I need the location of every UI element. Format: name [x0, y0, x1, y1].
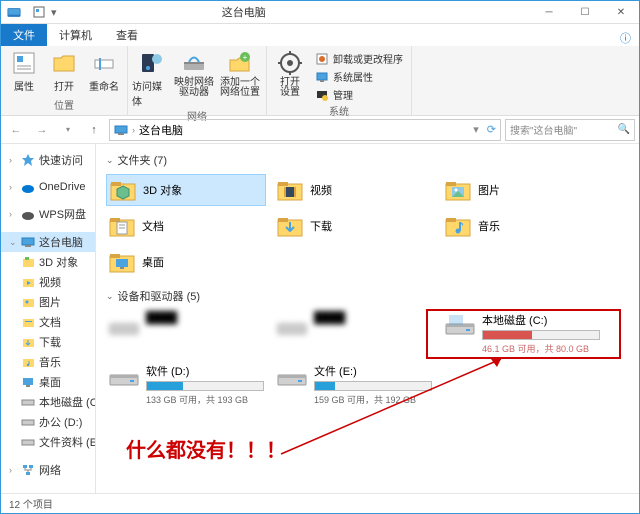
explorer-window: ▾ 这台电脑 ─ ☐ ✕ 文件 计算机 查看 ⓘ 属性 打开 — [0, 0, 640, 514]
folders-grid: 3D 对象 视频 图片 文档 下载 音乐 桌面 — [106, 174, 629, 278]
drive-software-d[interactable]: 软件 (D:) 133 GB 可用，共 193 GB — [106, 361, 266, 408]
titlebar-left: ▾ — [1, 5, 57, 19]
breadcrumb-chevron-icon[interactable]: › — [132, 125, 135, 135]
search-placeholder: 搜索"这台电脑" — [510, 122, 577, 137]
nav-pane: ›快速访问 ›OneDrive ›WPS网盘 ⌄这台电脑 3D 对象 视频 图片… — [1, 144, 96, 493]
address-dropdown-icon[interactable]: ▾ — [473, 123, 479, 136]
status-item-count: 12 个项目 — [9, 496, 53, 511]
app-icon — [7, 5, 21, 19]
nav-downloads[interactable]: 下载 — [1, 332, 95, 352]
nav-quick-access[interactable]: ›快速访问 — [1, 150, 95, 170]
folder-3d-objects[interactable]: 3D 对象 — [106, 174, 266, 206]
search-box[interactable]: 搜索"这台电脑" 🔍 — [505, 119, 635, 141]
properties-button[interactable]: 属性 — [5, 48, 43, 93]
nav-onedrive[interactable]: ›OneDrive — [1, 178, 95, 196]
nav-documents[interactable]: 文档 — [1, 312, 95, 332]
window-controls: ─ ☐ ✕ — [531, 1, 639, 23]
section-drives-header[interactable]: ⌄设备和驱动器 (5) — [106, 288, 629, 304]
drive-icon — [108, 363, 140, 391]
system-small-buttons: 卸载或更改程序 系统属性 管理 — [311, 48, 407, 103]
drive-files-e[interactable]: 文件 (E:) 159 GB 可用，共 192 GB — [274, 361, 434, 408]
ribbon-tabs: 文件 计算机 查看 ⓘ — [1, 24, 639, 46]
nav-files-e[interactable]: 文件资料 (E:) — [1, 432, 95, 452]
nav-local-disk-c[interactable]: 本地磁盘 (C:) — [1, 392, 95, 412]
folder-desktop[interactable]: 桌面 — [106, 246, 266, 278]
nav-up-button[interactable]: ↑ — [83, 119, 105, 141]
annotation-text: 什么都没有！！！ — [126, 434, 286, 463]
nav-this-pc[interactable]: ⌄这台电脑 — [1, 232, 95, 252]
address-bar: ← → ▾ ↑ › 这台电脑 ▾ ⟳ 搜索"这台电脑" 🔍 — [1, 116, 639, 144]
nav-forward-button[interactable]: → — [31, 119, 53, 141]
folder-documents[interactable]: 文档 — [106, 210, 266, 242]
drive-bar — [314, 381, 432, 391]
nav-wps[interactable]: ›WPS网盘 — [1, 204, 95, 224]
map-drive-button[interactable]: 映射网络 驱动器 — [172, 48, 216, 98]
qat-properties-icon[interactable] — [33, 6, 45, 19]
search-icon[interactable]: 🔍 — [618, 124, 630, 135]
add-network-location-button[interactable]: + 添加一个 网络位置 — [218, 48, 262, 98]
body: ›快速访问 ›OneDrive ›WPS网盘 ⌄这台电脑 3D 对象 视频 图片… — [1, 144, 639, 493]
folder-downloads[interactable]: 下载 — [274, 210, 434, 242]
svg-text:+: + — [243, 53, 248, 62]
thispc-icon — [114, 123, 128, 137]
nav-videos[interactable]: 视频 — [1, 272, 95, 292]
rename-button[interactable]: 重命名 — [85, 48, 123, 93]
folder-music[interactable]: 音乐 — [442, 210, 602, 242]
status-bar: 12 个项目 — [1, 493, 639, 513]
window-title: 这台电脑 — [57, 4, 531, 20]
content-pane: ⌄文件夹 (7) 3D 对象 视频 图片 文档 下载 音乐 桌面 ⌄设备和驱动器… — [96, 144, 639, 493]
nav-desktop[interactable]: 桌面 — [1, 372, 95, 392]
ribbon-help-icon[interactable]: ⓘ — [620, 30, 639, 46]
address-box[interactable]: › 这台电脑 ▾ ⟳ — [109, 119, 501, 141]
drive-blurred-2[interactable]: ████ — [274, 310, 434, 357]
drive-bar — [146, 381, 264, 391]
breadcrumb-item[interactable]: 这台电脑 — [139, 122, 183, 138]
nav-music[interactable]: 音乐 — [1, 352, 95, 372]
titlebar: ▾ 这台电脑 ─ ☐ ✕ — [1, 1, 639, 24]
annotation-box — [426, 309, 621, 359]
ribbon-group-network: 访问媒体 映射网络 驱动器 + 添加一个 网络位置 网络 — [128, 46, 267, 115]
folder-videos[interactable]: 视频 — [274, 174, 434, 206]
maximize-button[interactable]: ☐ — [567, 1, 603, 23]
ribbon: 属性 打开 重命名 位置 访问媒体 — [1, 46, 639, 116]
folder-pictures[interactable]: 图片 — [442, 174, 602, 206]
tab-file[interactable]: 文件 — [1, 24, 47, 46]
ribbon-group-system: 打开 设置 卸载或更改程序 系统属性 管理 系统 — [267, 46, 412, 115]
ribbon-group-location: 属性 打开 重命名 位置 — [1, 46, 128, 115]
nav-recent-dropdown[interactable]: ▾ — [57, 119, 79, 141]
nav-3d-objects[interactable]: 3D 对象 — [1, 252, 95, 272]
close-button[interactable]: ✕ — [603, 1, 639, 23]
tab-computer[interactable]: 计算机 — [47, 24, 104, 46]
system-properties-button[interactable]: 系统属性 — [311, 68, 407, 85]
minimize-button[interactable]: ─ — [531, 1, 567, 23]
drive-blurred-1[interactable]: ████ — [106, 310, 266, 357]
tab-view[interactable]: 查看 — [104, 24, 150, 46]
open-settings-button[interactable]: 打开 设置 — [271, 48, 309, 98]
access-media-button[interactable]: 访问媒体 — [132, 48, 170, 108]
open-button[interactable]: 打开 — [45, 48, 83, 93]
section-folders-header[interactable]: ⌄文件夹 (7) — [106, 152, 629, 168]
uninstall-button[interactable]: 卸载或更改程序 — [311, 50, 407, 67]
nav-back-button[interactable]: ← — [5, 119, 27, 141]
quick-access-toolbar: ▾ — [25, 6, 57, 19]
drive-icon — [276, 363, 308, 391]
nav-work-d[interactable]: 办公 (D:) — [1, 412, 95, 432]
manage-button[interactable]: 管理 — [311, 86, 407, 103]
nav-pictures[interactable]: 图片 — [1, 292, 95, 312]
nav-network[interactable]: ›网络 — [1, 460, 95, 480]
refresh-icon[interactable]: ⟳ — [483, 123, 496, 136]
